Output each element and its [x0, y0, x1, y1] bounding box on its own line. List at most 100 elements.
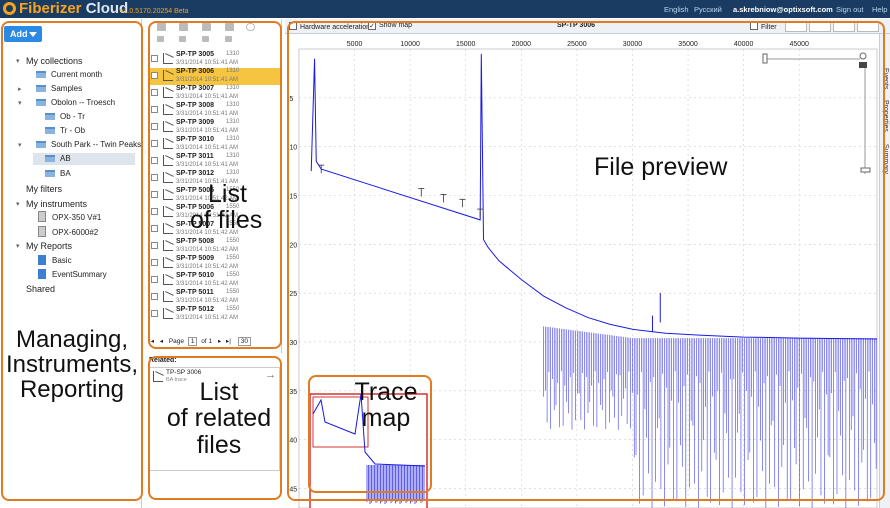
row-checkbox[interactable]: [151, 259, 158, 266]
file-date: 3/31/2014 10:51:41 AM: [176, 77, 239, 83]
trace-icon: [163, 257, 173, 268]
hw-accel-checkbox[interactable]: Hardware acceleration: [289, 22, 370, 31]
save-icon[interactable]: [225, 23, 234, 31]
file-row[interactable]: SP-TP 3011 1310 3/31/2014 10:51:41 AM: [149, 153, 281, 170]
collapse-icon[interactable]: ▾: [18, 99, 22, 107]
collapse-icon[interactable]: ▾: [16, 57, 20, 65]
tree-ob-tr[interactable]: Ob - Tr: [45, 111, 85, 123]
collapse-icon[interactable]: ▾: [16, 242, 20, 250]
tree-report-basic[interactable]: Basic: [38, 255, 72, 267]
page-size-select[interactable]: 30: [237, 337, 252, 346]
otdr-trace-chart[interactable]: 5000 10000 15000 20000 25000 30000 35000 40000 4…: [285, 34, 890, 508]
file-name: SP-TP 5008: [176, 238, 215, 245]
upload-icon[interactable]: [179, 23, 188, 31]
row-checkbox[interactable]: [151, 106, 158, 113]
marker-b-icon[interactable]: [809, 21, 831, 32]
file-wavelength: 1310: [226, 51, 240, 57]
tree-shared[interactable]: Shared: [26, 283, 55, 295]
first-page-icon[interactable]: |◂: [149, 337, 154, 345]
trace-icon: [163, 223, 173, 234]
row-checkbox[interactable]: [151, 72, 158, 79]
folder-icon: [36, 71, 46, 78]
row-checkbox[interactable]: [151, 89, 158, 96]
lang-english-link[interactable]: English: [664, 5, 689, 14]
new-icon[interactable]: [157, 23, 166, 31]
y-tick-label: -45: [287, 486, 297, 493]
tree-ab[interactable]: AB: [33, 153, 135, 165]
copy-icon[interactable]: [179, 36, 186, 42]
file-row[interactable]: SP-TP 5012 1550 3/31/2014 10:51:42 AM: [149, 306, 281, 323]
tree-samples[interactable]: Samples: [36, 83, 82, 95]
row-checkbox[interactable]: [151, 157, 158, 164]
trace-icon: [163, 138, 173, 149]
tree-south-park[interactable]: South Park -- Twin Peaks: [36, 139, 141, 151]
tree-ba[interactable]: BA: [45, 168, 71, 180]
move-icon[interactable]: [157, 36, 164, 42]
file-row[interactable]: SP-TP 3005 1310 3/31/2014 10:51:41 AM: [149, 51, 281, 68]
nav-arrows-icon[interactable]: [857, 21, 879, 32]
export-icon[interactable]: [225, 36, 232, 42]
row-checkbox[interactable]: [151, 208, 158, 215]
file-row[interactable]: SP-TP 5010 1550 3/31/2014 10:51:42 AM: [149, 272, 281, 289]
row-checkbox[interactable]: [151, 55, 158, 62]
expand-icon[interactable]: ▸: [18, 85, 22, 93]
related-item-name: TP-SP 3006: [166, 369, 202, 376]
row-checkbox[interactable]: [151, 140, 158, 147]
row-checkbox[interactable]: [151, 225, 158, 232]
tree-tr-ob[interactable]: Tr - Ob: [45, 125, 85, 137]
file-row[interactable]: SP-TP 3008 1310 3/31/2014 10:51:41 AM: [149, 102, 281, 119]
tree-my-reports[interactable]: My Reports: [26, 240, 72, 252]
tree-report-eventsummary[interactable]: EventSummary: [38, 269, 107, 281]
print-icon[interactable]: [202, 23, 211, 31]
filter-checkbox[interactable]: Filter: [750, 22, 777, 31]
file-name: SP-TP 5009: [176, 255, 215, 262]
tab-events[interactable]: Events: [882, 68, 889, 89]
prev-page-icon[interactable]: ◂: [160, 337, 163, 345]
file-row[interactable]: SP-TP 5008 1550 3/31/2014 10:51:42 AM: [149, 238, 281, 255]
link-icon[interactable]: [833, 21, 855, 32]
tree-my-filters[interactable]: My filters: [26, 183, 62, 195]
row-checkbox[interactable]: [151, 276, 158, 283]
tree-instrument-2[interactable]: OPX-6000#2: [38, 226, 98, 239]
file-row[interactable]: SP-TP 3010 1310 3/31/2014 10:51:41 AM: [149, 136, 281, 153]
row-checkbox[interactable]: [151, 123, 158, 130]
marker-a-icon[interactable]: [785, 21, 807, 32]
file-row[interactable]: SP-TP 3009 1310 3/31/2014 10:51:41 AM: [149, 119, 281, 136]
delete-icon[interactable]: [202, 36, 209, 42]
tab-summary[interactable]: Summary: [882, 144, 889, 174]
help-link[interactable]: Help: [872, 5, 887, 14]
file-row[interactable]: SP-TP 3007 1310 3/31/2014 10:51:41 AM: [149, 85, 281, 102]
file-row[interactable]: SP-TP 5011 1550 3/31/2014 10:51:42 AM: [149, 289, 281, 306]
tab-properties[interactable]: Properties: [882, 100, 889, 132]
next-page-icon[interactable]: ▸: [218, 337, 221, 345]
tree-current-month[interactable]: Current month: [36, 69, 102, 81]
tree-obolon[interactable]: Obolon -- Troesch: [36, 97, 115, 109]
annotation-line: List: [208, 180, 247, 208]
file-row[interactable]: SP-TP 3006 1310 3/31/2014 10:51:41 AM: [149, 68, 281, 85]
row-checkbox[interactable]: [151, 191, 158, 198]
file-date: 3/31/2014 10:51:42 AM: [176, 298, 239, 304]
tree-label: Tr - Ob: [60, 126, 86, 135]
file-row[interactable]: SP-TP 5009 1550 3/31/2014 10:51:42 AM: [149, 255, 281, 272]
collapse-icon[interactable]: ▾: [16, 200, 20, 208]
collapse-icon[interactable]: ▾: [18, 141, 22, 149]
trace-icon: [163, 206, 173, 217]
user-email[interactable]: a.skrebniow@optixsoft.com: [733, 5, 833, 14]
lang-russian-link[interactable]: Русский: [694, 5, 722, 14]
refresh-icon[interactable]: [246, 23, 255, 31]
show-map-checkbox[interactable]: Show map: [368, 22, 412, 30]
row-checkbox[interactable]: [151, 242, 158, 249]
trace-icon: [163, 172, 173, 183]
page-input[interactable]: 1: [187, 337, 198, 346]
tree-my-instruments[interactable]: My instruments: [26, 198, 87, 210]
last-page-icon[interactable]: ▸|: [226, 337, 231, 345]
row-checkbox[interactable]: [151, 174, 158, 181]
tree-my-collections[interactable]: My collections: [26, 55, 83, 67]
app-logo[interactable]: Fiberizer Cloud: [3, 1, 128, 17]
tree-label: South Park -- Twin Peaks: [51, 140, 142, 149]
tree-instrument-1[interactable]: OPX-350 V#1: [38, 211, 101, 224]
row-checkbox[interactable]: [151, 310, 158, 317]
add-button[interactable]: Add: [4, 26, 42, 42]
row-checkbox[interactable]: [151, 293, 158, 300]
sign-out-link[interactable]: Sign out: [836, 5, 864, 14]
